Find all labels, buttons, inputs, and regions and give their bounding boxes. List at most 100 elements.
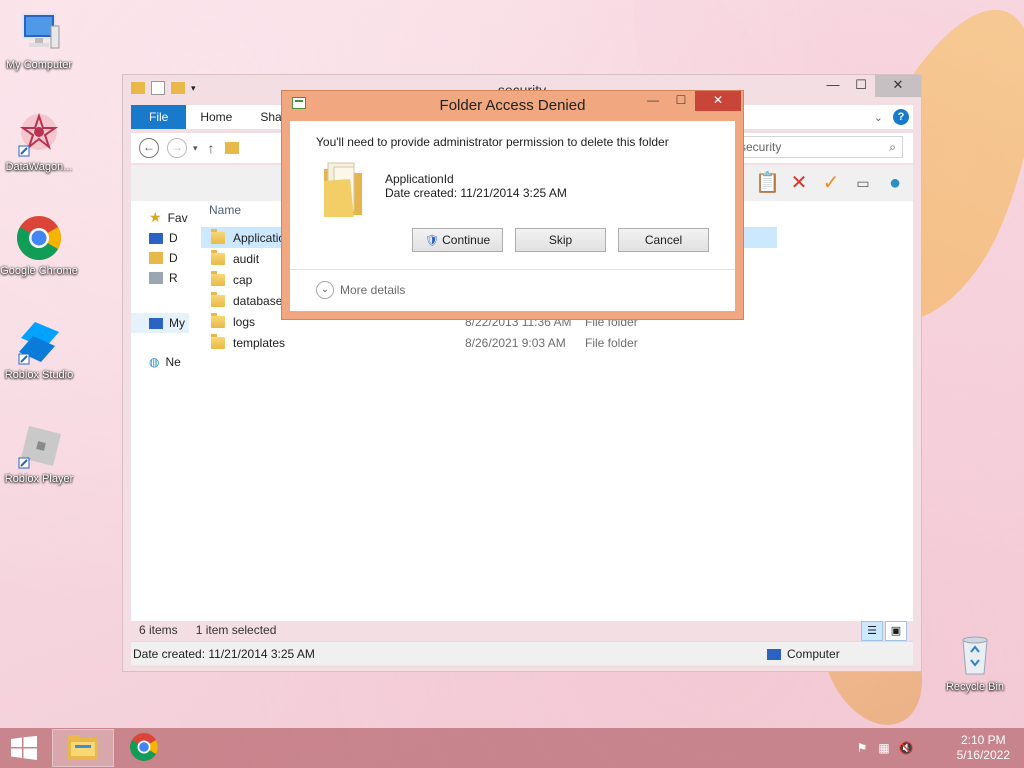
more-details-label: More details xyxy=(340,283,406,297)
computer-icon xyxy=(15,8,63,56)
folder-icon xyxy=(211,291,225,307)
help-icon[interactable]: ? xyxy=(893,109,909,125)
desktop-icon-recycle-bin[interactable]: Recycle Bin xyxy=(936,630,1014,694)
cancel-button[interactable]: Cancel xyxy=(618,228,709,252)
status-details: Date created: 11/21/2014 3:25 AM xyxy=(133,647,315,661)
check-icon[interactable]: ✓ xyxy=(819,171,843,195)
window-controls: — ☐ ✕ xyxy=(819,75,921,97)
close-button[interactable]: ✕ xyxy=(695,91,741,111)
nav-label: Ne xyxy=(165,355,181,369)
desktop-icon-label: Roblox Studio xyxy=(4,369,74,381)
nav-recent[interactable]: R xyxy=(149,271,178,285)
maximize-button[interactable]: ☐ xyxy=(667,91,695,111)
file-name: templates xyxy=(233,335,286,350)
back-button[interactable]: ← xyxy=(139,138,159,158)
desktop-icon-label: DataWagon... xyxy=(5,161,73,173)
clock[interactable]: 2:10 PM 5/16/2022 xyxy=(957,733,1010,763)
tab-home[interactable]: Home xyxy=(186,105,246,129)
selected-count: 1 item selected xyxy=(195,623,277,637)
folder-icon xyxy=(211,312,225,328)
search-icon: ⌕ xyxy=(889,140,896,154)
tab-file[interactable]: File xyxy=(131,105,187,129)
list-item[interactable]: templates 8/26/2021 9:03 AM File folder xyxy=(201,332,777,353)
recent-locations-icon[interactable]: ▾ xyxy=(193,143,198,154)
desktop-icon-datawagon[interactable]: DataWagon... xyxy=(0,110,78,174)
folder-icon xyxy=(211,270,225,286)
details-view-button[interactable]: ☰ xyxy=(861,621,883,641)
desktop-icon-label: My Computer xyxy=(5,59,73,71)
search-placeholder: security xyxy=(740,140,782,154)
large-icons-view-button[interactable]: ▣ xyxy=(885,621,907,641)
status-location: Computer xyxy=(767,647,840,661)
nav-label: D xyxy=(169,251,178,265)
up-arrow-icon[interactable]: ↑ xyxy=(208,140,215,156)
computer-icon xyxy=(149,317,163,329)
recent-places-icon xyxy=(149,272,163,284)
view-toggle: ☰ ▣ xyxy=(861,621,907,641)
dialog-folder-date: Date created: 11/21/2014 3:25 AM xyxy=(385,186,567,200)
desktop-icon-google-chrome[interactable]: Google Chrome xyxy=(0,214,78,278)
start-button[interactable] xyxy=(10,736,38,760)
chevron-down-icon: ⌄ xyxy=(316,281,334,299)
desktop-icon-my-computer[interactable]: My Computer xyxy=(0,8,78,72)
dialog-window-controls: — ☐ ✕ xyxy=(639,91,741,111)
more-details-toggle[interactable]: ⌄ More details xyxy=(316,281,405,299)
clock-time: 2:10 PM xyxy=(960,733,1006,747)
clipboard-icon[interactable]: 📋 xyxy=(755,171,780,195)
location-label: Computer xyxy=(787,647,840,661)
skip-button[interactable]: Skip xyxy=(515,228,606,252)
clock-date: 5/16/2022 xyxy=(956,748,1010,762)
action-center-flag-icon[interactable]: ⚑ xyxy=(854,740,870,756)
datawagon-icon xyxy=(15,110,63,158)
dialog-folder-name: ApplicationId xyxy=(385,172,454,186)
folder-icon xyxy=(211,333,225,349)
dialog-message: You'll need to provide administrator per… xyxy=(316,135,669,149)
desktop-icon-label: Roblox Player xyxy=(4,473,74,485)
dialog-body: You'll need to provide administrator per… xyxy=(290,121,735,311)
file-explorer-icon xyxy=(68,735,98,760)
delete-icon[interactable]: ✕ xyxy=(787,171,811,195)
maximize-button[interactable]: ☐ xyxy=(847,75,875,97)
ribbon-right-controls: ⌄ ? xyxy=(874,109,913,125)
continue-label: Continue xyxy=(442,233,491,247)
desktop-icon xyxy=(149,232,163,244)
nav-downloads[interactable]: D xyxy=(149,251,178,265)
nav-label: My xyxy=(169,316,185,330)
folder-icon xyxy=(320,157,366,219)
folder-icon xyxy=(211,228,225,244)
volume-muted-icon[interactable]: 🔇 xyxy=(898,740,914,756)
forward-button[interactable]: → xyxy=(167,138,187,158)
chrome-icon xyxy=(15,214,63,262)
item-count: 6 items xyxy=(139,623,178,637)
nav-label: Fav xyxy=(167,210,188,225)
network-icon[interactable]: ▦ xyxy=(876,740,892,756)
taskbar-file-explorer[interactable] xyxy=(52,729,114,767)
continue-button[interactable]: 🛡 Continue xyxy=(412,228,503,252)
globe-icon[interactable]: ● xyxy=(883,171,907,195)
details-status-bar: Date created: 11/21/2014 3:25 AM Compute… xyxy=(131,641,913,665)
desktop-icon-roblox-studio[interactable]: Roblox Studio xyxy=(0,318,78,382)
computer-icon xyxy=(767,648,781,660)
taskbar-chrome[interactable] xyxy=(114,729,176,767)
folder-access-denied-dialog[interactable]: Folder Access Denied — ☐ ✕ You'll need t… xyxy=(281,90,744,320)
chevron-down-icon[interactable]: ⌄ xyxy=(874,111,883,124)
rename-icon[interactable]: ▭ xyxy=(851,171,875,195)
desktop-icon-roblox-player[interactable]: Roblox Player xyxy=(0,422,78,486)
nav-favorites[interactable]: ★ Fav xyxy=(149,209,188,226)
roblox-studio-icon xyxy=(15,318,63,366)
desktop-icon-label: Recycle Bin xyxy=(945,681,1005,693)
minimize-button[interactable]: — xyxy=(819,75,847,97)
network-icon: ◍ xyxy=(149,355,160,369)
nav-network[interactable]: ◍ Ne xyxy=(149,355,181,369)
recycle-bin-icon xyxy=(951,630,999,678)
search-input[interactable]: security ⌕ xyxy=(733,136,903,158)
close-button[interactable]: ✕ xyxy=(875,75,921,97)
folder-icon xyxy=(224,142,239,154)
minimize-button[interactable]: — xyxy=(639,91,667,111)
toolbar-icons: 📋 ✕ ✓ ▭ ● xyxy=(755,171,907,195)
column-header-name[interactable]: Name xyxy=(209,203,241,217)
nav-my-computer[interactable]: My xyxy=(131,313,189,333)
nav-label: R xyxy=(169,271,178,285)
nav-desktop[interactable]: D xyxy=(149,231,178,245)
star-icon: ★ xyxy=(149,209,162,225)
